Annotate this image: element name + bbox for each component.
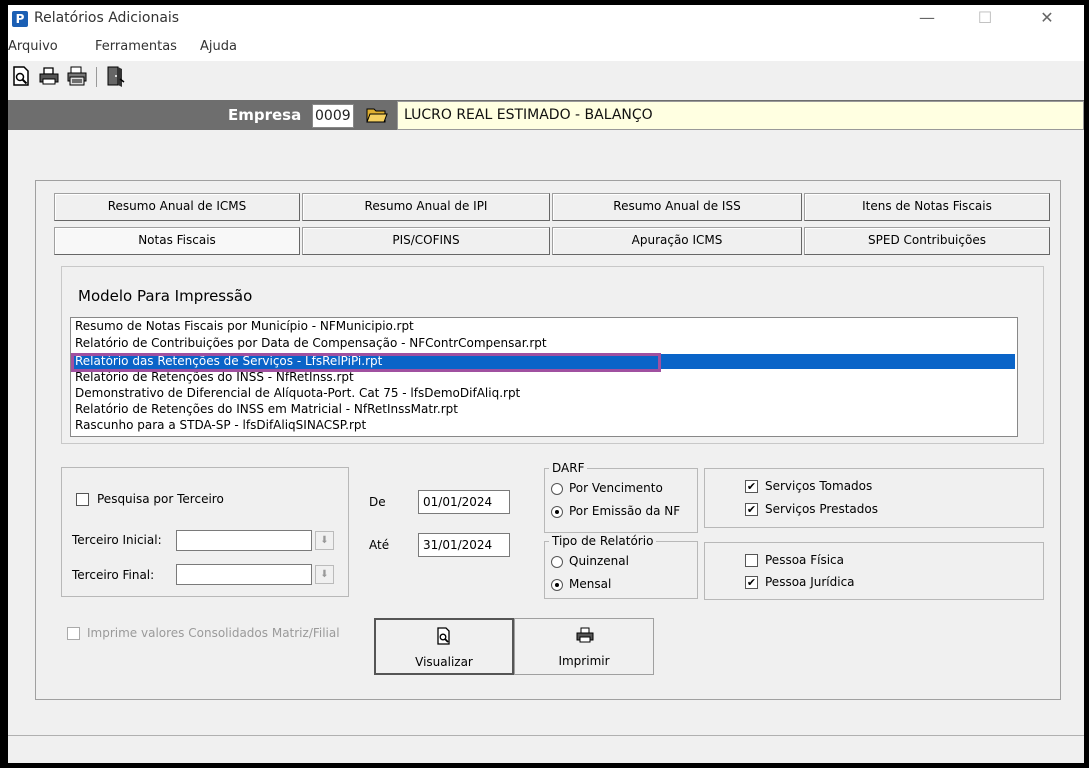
mensal-label: Mensal: [569, 577, 612, 591]
print-icon[interactable]: [38, 65, 60, 87]
terceiro-final-dropdown-icon[interactable]: ⬇: [315, 565, 334, 584]
report-list[interactable]: Resumo de Notas Fiscais por Município - …: [70, 317, 1018, 437]
close-button[interactable]: ✕: [1024, 5, 1070, 33]
window-title: Relatórios Adicionais: [34, 10, 180, 26]
tab-apuracao-icms[interactable]: Apuração ICMS: [552, 227, 802, 255]
tab-itens-notas-fiscais[interactable]: Itens de Notas Fiscais: [804, 193, 1050, 221]
terceiro-final-label: Terceiro Final:: [72, 568, 155, 582]
open-folder-icon[interactable]: [366, 106, 388, 124]
list-item[interactable]: Relatório de Contribuições por Data de C…: [73, 336, 1015, 351]
pessoa-fisica-label: Pessoa Física: [765, 553, 844, 567]
data-inicial-input[interactable]: 01/01/2024: [418, 490, 510, 514]
tab-pis-cofins[interactable]: PIS/COFINS: [302, 227, 550, 255]
empresa-code-field[interactable]: 0009: [312, 104, 354, 128]
status-bar: [8, 735, 1084, 763]
servicos-prestados-checkbox[interactable]: ✔: [745, 503, 758, 516]
empresa-bar: Empresa 0009 LUCRO REAL ESTIMADO - BALAN…: [8, 100, 1084, 130]
print-icon: [576, 626, 594, 647]
pessoa-juridica-label: Pessoa Jurídica: [765, 575, 855, 589]
menu-arquivo[interactable]: Arquivo: [8, 39, 58, 54]
terceiro-final-input[interactable]: [176, 564, 312, 585]
quinzenal-radio[interactable]: [551, 556, 563, 568]
tab-notas-fiscais[interactable]: Notas Fiscais: [54, 227, 300, 255]
pesquisa-terceiro-checkbox[interactable]: [76, 493, 89, 506]
consolidados-checkbox[interactable]: [67, 627, 80, 640]
minimize-button[interactable]: —: [904, 5, 950, 33]
pessoa-juridica-checkbox[interactable]: ✔: [745, 576, 758, 589]
tab-resumo-icms[interactable]: Resumo Anual de ICMS: [54, 193, 300, 221]
servicos-group: ✔ Serviços Tomados ✔ Serviços Prestados: [704, 468, 1044, 528]
empresa-name-field: LUCRO REAL ESTIMADO - BALANÇO: [397, 101, 1084, 130]
preview-icon[interactable]: [10, 65, 32, 87]
main-panel: Resumo Anual de ICMS Resumo Anual de IPI…: [35, 180, 1061, 700]
app-logo-icon: P: [12, 11, 28, 27]
list-item[interactable]: Relatório de Retenções do INSS em Matric…: [73, 402, 1015, 417]
por-emissao-radio[interactable]: [551, 506, 563, 518]
pessoa-group: Pessoa Física ✔ Pessoa Jurídica: [704, 542, 1044, 600]
visualizar-label: Visualizar: [415, 655, 473, 669]
mensal-radio[interactable]: [551, 579, 563, 591]
servicos-prestados-label: Serviços Prestados: [765, 502, 878, 516]
pesquisa-terceiro-label: Pesquisa por Terceiro: [97, 492, 224, 506]
imprimir-label: Imprimir: [558, 654, 610, 668]
tipo-relatorio-legend: Tipo de Relatório: [549, 534, 657, 548]
title-bar: P Relatórios Adicionais — ☐ ✕: [8, 5, 1084, 33]
tab-sped-contribuicoes[interactable]: SPED Contribuições: [804, 227, 1050, 255]
data-final-input[interactable]: 31/01/2024: [418, 533, 510, 557]
por-vencimento-label: Por Vencimento: [569, 481, 663, 495]
de-label: De: [369, 495, 386, 509]
por-vencimento-radio[interactable]: [551, 483, 563, 495]
menu-bar: Arquivo Ferramentas Ajuda: [8, 33, 1084, 61]
servicos-tomados-label: Serviços Tomados: [765, 479, 873, 493]
menu-ajuda[interactable]: Ajuda: [200, 39, 237, 54]
terceiro-inicial-label: Terceiro Inicial:: [72, 533, 162, 547]
consolidados-label: Imprime valores Consolidados Matriz/Fili…: [87, 626, 340, 640]
maximize-button[interactable]: ☐: [962, 5, 1008, 33]
print-setup-icon[interactable]: [66, 65, 88, 87]
ate-label: Até: [369, 538, 390, 552]
report-window: P Relatórios Adicionais — ☐ ✕ Arquivo Fe…: [8, 5, 1084, 763]
terceiro-inicial-dropdown-icon[interactable]: ⬇: [315, 531, 334, 550]
tipo-relatorio-group: Tipo de Relatório Quinzenal Mensal: [544, 534, 698, 599]
visualizar-button[interactable]: Visualizar: [374, 618, 514, 675]
menu-ferramentas[interactable]: Ferramentas: [95, 39, 177, 54]
list-item[interactable]: Demonstrativo de Diferencial de Alíquota…: [73, 386, 1015, 401]
modelo-title: Modelo Para Impressão: [78, 287, 253, 305]
por-emissao-label: Por Emissão da NF: [569, 504, 681, 518]
terceiro-group: Pesquisa por Terceiro Terceiro Inicial: …: [61, 467, 349, 597]
pessoa-fisica-checkbox[interactable]: [745, 554, 758, 567]
empresa-label: Empresa: [228, 106, 302, 124]
list-item[interactable]: Rascunho para a STDA-SP - lfsDifAliqSINA…: [73, 418, 1015, 433]
list-item[interactable]: Relatório de Retenções do INSS - NfRetIn…: [73, 370, 1015, 385]
modelo-group: Modelo Para Impressão Resumo de Notas Fi…: [61, 266, 1044, 444]
darf-group: DARF Por Vencimento Por Emissão da NF: [544, 461, 698, 533]
toolbar-separator: [96, 67, 97, 87]
quinzenal-label: Quinzenal: [569, 554, 629, 568]
terceiro-inicial-input[interactable]: [176, 530, 312, 551]
preview-icon: [435, 627, 453, 648]
selection-highlight-box: [71, 353, 661, 372]
darf-legend: DARF: [549, 461, 588, 475]
exit-door-icon[interactable]: [104, 65, 126, 87]
imprimir-button[interactable]: Imprimir: [514, 618, 654, 675]
tab-resumo-ipi[interactable]: Resumo Anual de IPI: [302, 193, 550, 221]
toolbar: [8, 61, 1084, 93]
list-item[interactable]: Resumo de Notas Fiscais por Município - …: [73, 319, 1015, 334]
tab-resumo-iss[interactable]: Resumo Anual de ISS: [552, 193, 802, 221]
servicos-tomados-checkbox[interactable]: ✔: [745, 480, 758, 493]
